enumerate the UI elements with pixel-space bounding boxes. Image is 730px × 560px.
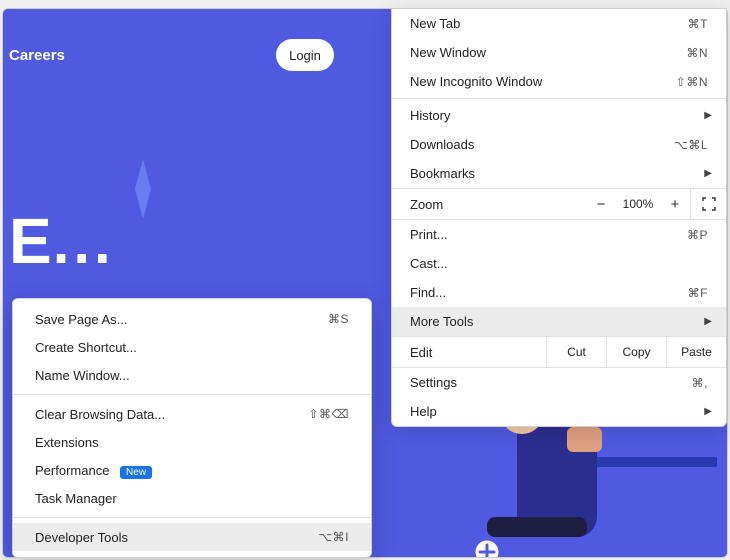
edit-copy-button[interactable]: Copy — [606, 336, 666, 368]
menu-label: Cast... — [410, 256, 708, 271]
menu-label: Task Manager — [35, 491, 349, 506]
chevron-right-icon: ▶ — [704, 168, 712, 179]
submenu-item-save-page[interactable]: Save Page As... ⌘S — [13, 305, 371, 333]
performance-text: Performance — [35, 463, 109, 478]
menu-label: Print... — [410, 227, 687, 242]
hero-dots: ... — [53, 209, 115, 276]
menu-separator — [392, 98, 726, 99]
zoom-percentage: 100% — [616, 197, 660, 211]
menu-shortcut: ⇧⌘N — [676, 75, 708, 89]
fullscreen-button[interactable] — [690, 188, 726, 220]
menu-shortcut: ⌘N — [686, 46, 708, 60]
menu-shortcut: ⇧⌘⌫ — [308, 407, 349, 421]
menu-label: More Tools — [410, 314, 708, 329]
menu-label: Performance New — [35, 463, 349, 478]
menu-label: Extensions — [35, 435, 349, 450]
menu-separator — [13, 517, 371, 518]
nav-link-careers[interactable]: Careers — [9, 47, 65, 64]
menu-item-new-window[interactable]: New Window ⌘N — [392, 38, 726, 67]
submenu-item-extensions[interactable]: Extensions — [13, 428, 371, 456]
edit-paste-button[interactable]: Paste — [666, 336, 726, 368]
new-badge: New — [120, 466, 152, 479]
edit-label: Edit — [392, 345, 546, 360]
menu-separator — [13, 394, 371, 395]
menu-item-find[interactable]: Find... ⌘F — [392, 278, 726, 307]
zoom-out-button[interactable]: − — [586, 196, 616, 213]
hero-letter: E — [9, 205, 53, 277]
menu-label: Settings — [410, 375, 692, 390]
menu-label: Help — [410, 404, 708, 419]
menu-item-downloads[interactable]: Downloads ⌥⌘L — [392, 130, 726, 159]
menu-shortcut: ⌥⌘L — [674, 138, 708, 152]
menu-item-new-tab[interactable]: New Tab ⌘T — [392, 9, 726, 38]
submenu-item-clear-browsing-data[interactable]: Clear Browsing Data... ⇧⌘⌫ — [13, 400, 371, 428]
menu-item-cast[interactable]: Cast... — [392, 249, 726, 278]
menu-label: Save Page As... — [35, 312, 328, 327]
menu-item-edit: Edit Cut Copy Paste — [392, 336, 726, 368]
zoom-label: Zoom — [392, 197, 586, 212]
menu-label: Bookmarks — [410, 166, 708, 181]
submenu-item-create-shortcut[interactable]: Create Shortcut... — [13, 333, 371, 361]
menu-label: New Window — [410, 45, 686, 60]
menu-label: New Incognito Window — [410, 74, 676, 89]
sparkle-icon — [123, 159, 163, 219]
menu-label: Developer Tools — [35, 530, 318, 545]
submenu-item-task-manager[interactable]: Task Manager — [13, 484, 371, 512]
menu-item-zoom: Zoom − 100% + — [392, 188, 726, 220]
menu-shortcut: ⌘, — [692, 376, 708, 390]
menu-item-history[interactable]: History ▶ — [392, 101, 726, 130]
menu-item-print[interactable]: Print... ⌘P — [392, 220, 726, 249]
submenu-item-name-window[interactable]: Name Window... — [13, 361, 371, 389]
menu-label: Clear Browsing Data... — [35, 407, 308, 422]
menu-label: New Tab — [410, 16, 688, 31]
menu-label: History — [410, 108, 708, 123]
more-tools-submenu: Save Page As... ⌘S Create Shortcut... Na… — [12, 298, 372, 558]
menu-item-bookmarks[interactable]: Bookmarks ▶ — [392, 159, 726, 188]
menu-item-more-tools[interactable]: More Tools ▶ — [392, 307, 726, 336]
chevron-right-icon: ▶ — [704, 316, 712, 327]
browser-main-menu: New Tab ⌘T New Window ⌘N New Incognito W… — [391, 8, 727, 427]
menu-label: Create Shortcut... — [35, 340, 349, 355]
login-button[interactable]: Login — [276, 39, 334, 71]
submenu-item-developer-tools[interactable]: Developer Tools ⌥⌘I — [13, 523, 371, 551]
menu-item-new-incognito[interactable]: New Incognito Window ⇧⌘N — [392, 67, 726, 96]
menu-item-help[interactable]: Help ▶ — [392, 397, 726, 426]
fullscreen-icon — [702, 197, 716, 211]
menu-shortcut: ⌘P — [687, 228, 708, 242]
menu-label: Name Window... — [35, 368, 349, 383]
submenu-item-performance[interactable]: Performance New — [13, 456, 371, 484]
menu-label: Find... — [410, 285, 688, 300]
menu-shortcut: ⌥⌘I — [318, 530, 349, 544]
menu-shortcut: ⌘F — [688, 286, 708, 300]
chevron-right-icon: ▶ — [704, 406, 712, 417]
menu-shortcut: ⌘T — [688, 17, 708, 31]
menu-label: Downloads — [410, 137, 674, 152]
menu-shortcut: ⌘S — [328, 312, 349, 326]
edit-cut-button[interactable]: Cut — [546, 336, 606, 368]
menu-item-settings[interactable]: Settings ⌘, — [392, 368, 726, 397]
zoom-in-button[interactable]: + — [660, 196, 690, 213]
hero-text-fragment: E... — [9, 204, 115, 278]
chevron-right-icon: ▶ — [704, 110, 712, 121]
